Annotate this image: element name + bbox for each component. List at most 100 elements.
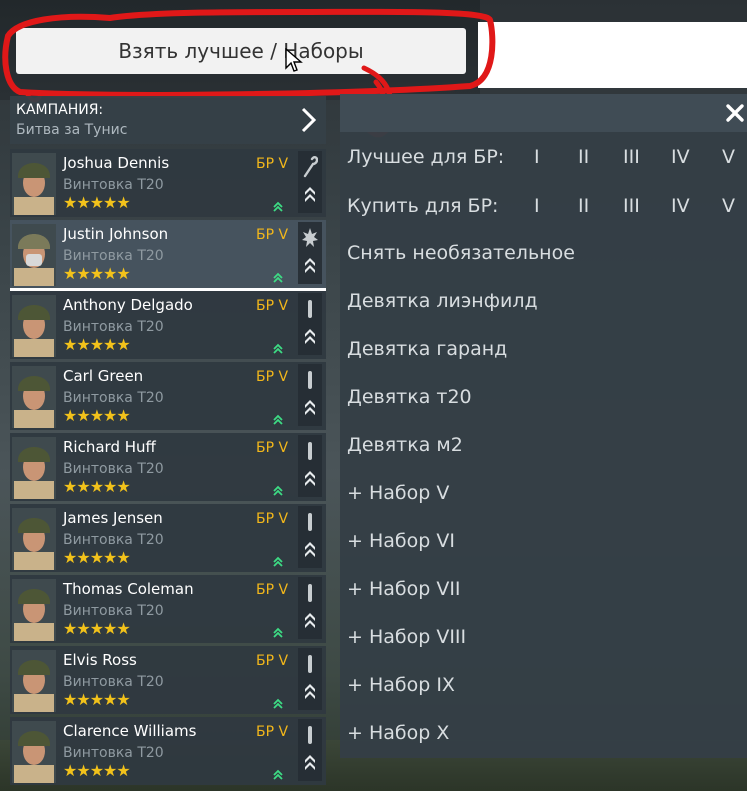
rank-up-icon bbox=[273, 698, 283, 709]
soldier-status-slot[interactable] bbox=[298, 222, 322, 284]
best-br-tier-1[interactable]: I bbox=[534, 146, 540, 168]
buy-br-tier-1[interactable]: I bbox=[534, 195, 540, 217]
soldier-card[interactable]: Justin Johnson Винтовка Т20 ★★★★★ БР V bbox=[10, 220, 326, 291]
menu-item-set-9[interactable]: + Набор IX bbox=[347, 674, 455, 696]
buy-br-tier-5[interactable]: V bbox=[722, 195, 735, 217]
background-window bbox=[478, 22, 747, 88]
rank-chevron-icon bbox=[305, 187, 315, 202]
soldier-stars: ★★★★★ bbox=[63, 619, 131, 638]
campaign-title: КАМПАНИЯ: bbox=[16, 102, 104, 118]
menu-item-nine-garand[interactable]: Девятка гаранд bbox=[347, 338, 507, 360]
rank-up-icon bbox=[273, 627, 283, 638]
wrench-icon bbox=[303, 156, 318, 178]
soldier-weapon: Винтовка Т20 bbox=[63, 390, 164, 406]
best-br-tier-2[interactable]: II bbox=[578, 146, 589, 168]
soldier-portrait bbox=[12, 579, 56, 641]
bullet-icon bbox=[308, 513, 312, 531]
chevron-right-icon[interactable] bbox=[300, 106, 318, 134]
soldier-weapon: Винтовка Т20 bbox=[63, 319, 164, 335]
soldier-name: Thomas Coleman bbox=[63, 580, 194, 598]
soldier-br: БР V bbox=[256, 369, 289, 385]
bullet-icon bbox=[308, 371, 312, 389]
best-br-tier-5[interactable]: V bbox=[722, 146, 735, 168]
soldier-br: БР V bbox=[256, 511, 289, 527]
soldier-status-slot[interactable] bbox=[298, 577, 322, 639]
menu-item-remove-optional[interactable]: Снять необязательное bbox=[347, 242, 575, 264]
rank-chevron-icon bbox=[305, 755, 315, 770]
menu-item-set-10[interactable]: + Набор X bbox=[347, 722, 449, 744]
soldier-name: Clarence Williams bbox=[63, 722, 197, 740]
rank-up-icon bbox=[273, 201, 283, 212]
soldier-weapon: Винтовка Т20 bbox=[63, 248, 164, 264]
buy-br-tier-4[interactable]: IV bbox=[671, 195, 690, 217]
soldier-portrait bbox=[12, 650, 56, 712]
soldier-name: Richard Huff bbox=[63, 438, 156, 456]
soldier-weapon: Винтовка Т20 bbox=[63, 461, 164, 477]
soldier-card[interactable]: Clarence Williams Винтовка Т20 ★★★★★ БР V bbox=[10, 717, 326, 785]
soldier-stars: ★★★★★ bbox=[63, 406, 131, 425]
buy-for-br-label: Купить для БР: bbox=[347, 195, 499, 217]
soldier-weapon: Винтовка Т20 bbox=[63, 532, 164, 548]
menu-item-set-8[interactable]: + Набор VIII bbox=[347, 626, 466, 648]
soldier-weapon: Винтовка Т20 bbox=[63, 177, 164, 193]
soldier-stars: ★★★★★ bbox=[63, 690, 131, 709]
bullet-icon bbox=[308, 442, 312, 460]
bullet-icon bbox=[308, 300, 312, 318]
soldier-card[interactable]: Anthony Delgado Винтовка Т20 ★★★★★ БР V bbox=[10, 291, 326, 359]
soldier-status-slot[interactable] bbox=[298, 506, 322, 568]
soldier-status-slot[interactable] bbox=[298, 151, 322, 213]
soldier-status-slot[interactable] bbox=[298, 364, 322, 426]
rank-chevron-icon bbox=[305, 329, 315, 344]
menu-item-nine-m2[interactable]: Девятка м2 bbox=[347, 434, 463, 456]
soldier-card[interactable]: Thomas Coleman Винтовка Т20 ★★★★★ БР V bbox=[10, 575, 326, 643]
soldier-portrait bbox=[12, 508, 56, 570]
soldier-status-slot[interactable] bbox=[298, 293, 322, 355]
soldier-status-slot[interactable] bbox=[298, 719, 322, 781]
rank-up-icon bbox=[273, 272, 283, 283]
close-icon[interactable] bbox=[725, 103, 745, 123]
menu-item-set-6[interactable]: + Набор VI bbox=[347, 530, 455, 552]
soldier-name: Joshua Dennis bbox=[63, 154, 170, 172]
menu-item-set-5[interactable]: + Набор V bbox=[347, 482, 449, 504]
take-best-sets-button[interactable]: Взять лучшее / Наборы bbox=[16, 28, 466, 74]
bullet-icon bbox=[308, 655, 312, 673]
soldier-stars: ★★★★★ bbox=[63, 193, 131, 212]
campaign-header[interactable]: КАМПАНИЯ: Битва за Тунис bbox=[10, 96, 326, 144]
rank-up-icon bbox=[273, 556, 283, 567]
soldier-stars: ★★★★★ bbox=[63, 477, 131, 496]
soldier-portrait bbox=[12, 295, 56, 357]
buy-br-tier-2[interactable]: II bbox=[578, 195, 589, 217]
rank-up-icon bbox=[273, 769, 283, 780]
soldier-stars: ★★★★★ bbox=[63, 335, 131, 354]
soldier-card[interactable]: Richard Huff Винтовка Т20 ★★★★★ БР V bbox=[10, 433, 326, 501]
menu-item-nine-t20[interactable]: Девятка т20 bbox=[347, 386, 472, 408]
soldier-status-slot[interactable] bbox=[298, 435, 322, 497]
soldier-br: БР V bbox=[256, 440, 289, 456]
soldier-name: James Jensen bbox=[63, 509, 163, 527]
best-br-tier-3[interactable]: III bbox=[623, 146, 640, 168]
soldier-portrait bbox=[12, 437, 56, 499]
soldier-status-slot[interactable] bbox=[298, 648, 322, 710]
best-br-tier-4[interactable]: IV bbox=[671, 146, 690, 168]
soldier-weapon: Винтовка Т20 bbox=[63, 603, 164, 619]
best-for-br-label: Лучшее для БР: bbox=[347, 146, 505, 168]
soldier-card[interactable]: James Jensen Винтовка Т20 ★★★★★ БР V bbox=[10, 504, 326, 572]
rank-up-icon bbox=[273, 343, 283, 354]
soldier-stars: ★★★★★ bbox=[63, 761, 131, 780]
soldier-card[interactable]: Joshua Dennis Винтовка Т20 ★★★★★ БР V bbox=[10, 149, 326, 217]
panel-header bbox=[340, 94, 747, 132]
soldier-br: БР V bbox=[256, 298, 289, 314]
buy-br-tier-3[interactable]: III bbox=[623, 195, 640, 217]
soldier-card[interactable]: Carl Green Винтовка Т20 ★★★★★ БР V bbox=[10, 362, 326, 430]
soldier-portrait bbox=[12, 721, 56, 783]
campaign-name: Битва за Тунис bbox=[16, 122, 128, 138]
menu-item-nine-lee-enfield[interactable]: Девятка лиэнфилд bbox=[347, 290, 538, 312]
soldier-card[interactable]: Elvis Ross Винтовка Т20 ★★★★★ БР V bbox=[10, 646, 326, 714]
mouse-cursor-icon bbox=[285, 48, 303, 72]
menu-item-set-7[interactable]: + Набор VII bbox=[347, 578, 461, 600]
soldier-br: БР V bbox=[256, 653, 289, 669]
soldier-portrait bbox=[12, 366, 56, 428]
rank-up-icon bbox=[273, 485, 283, 496]
rank-chevron-icon bbox=[305, 400, 315, 415]
rank-chevron-icon bbox=[305, 684, 315, 699]
